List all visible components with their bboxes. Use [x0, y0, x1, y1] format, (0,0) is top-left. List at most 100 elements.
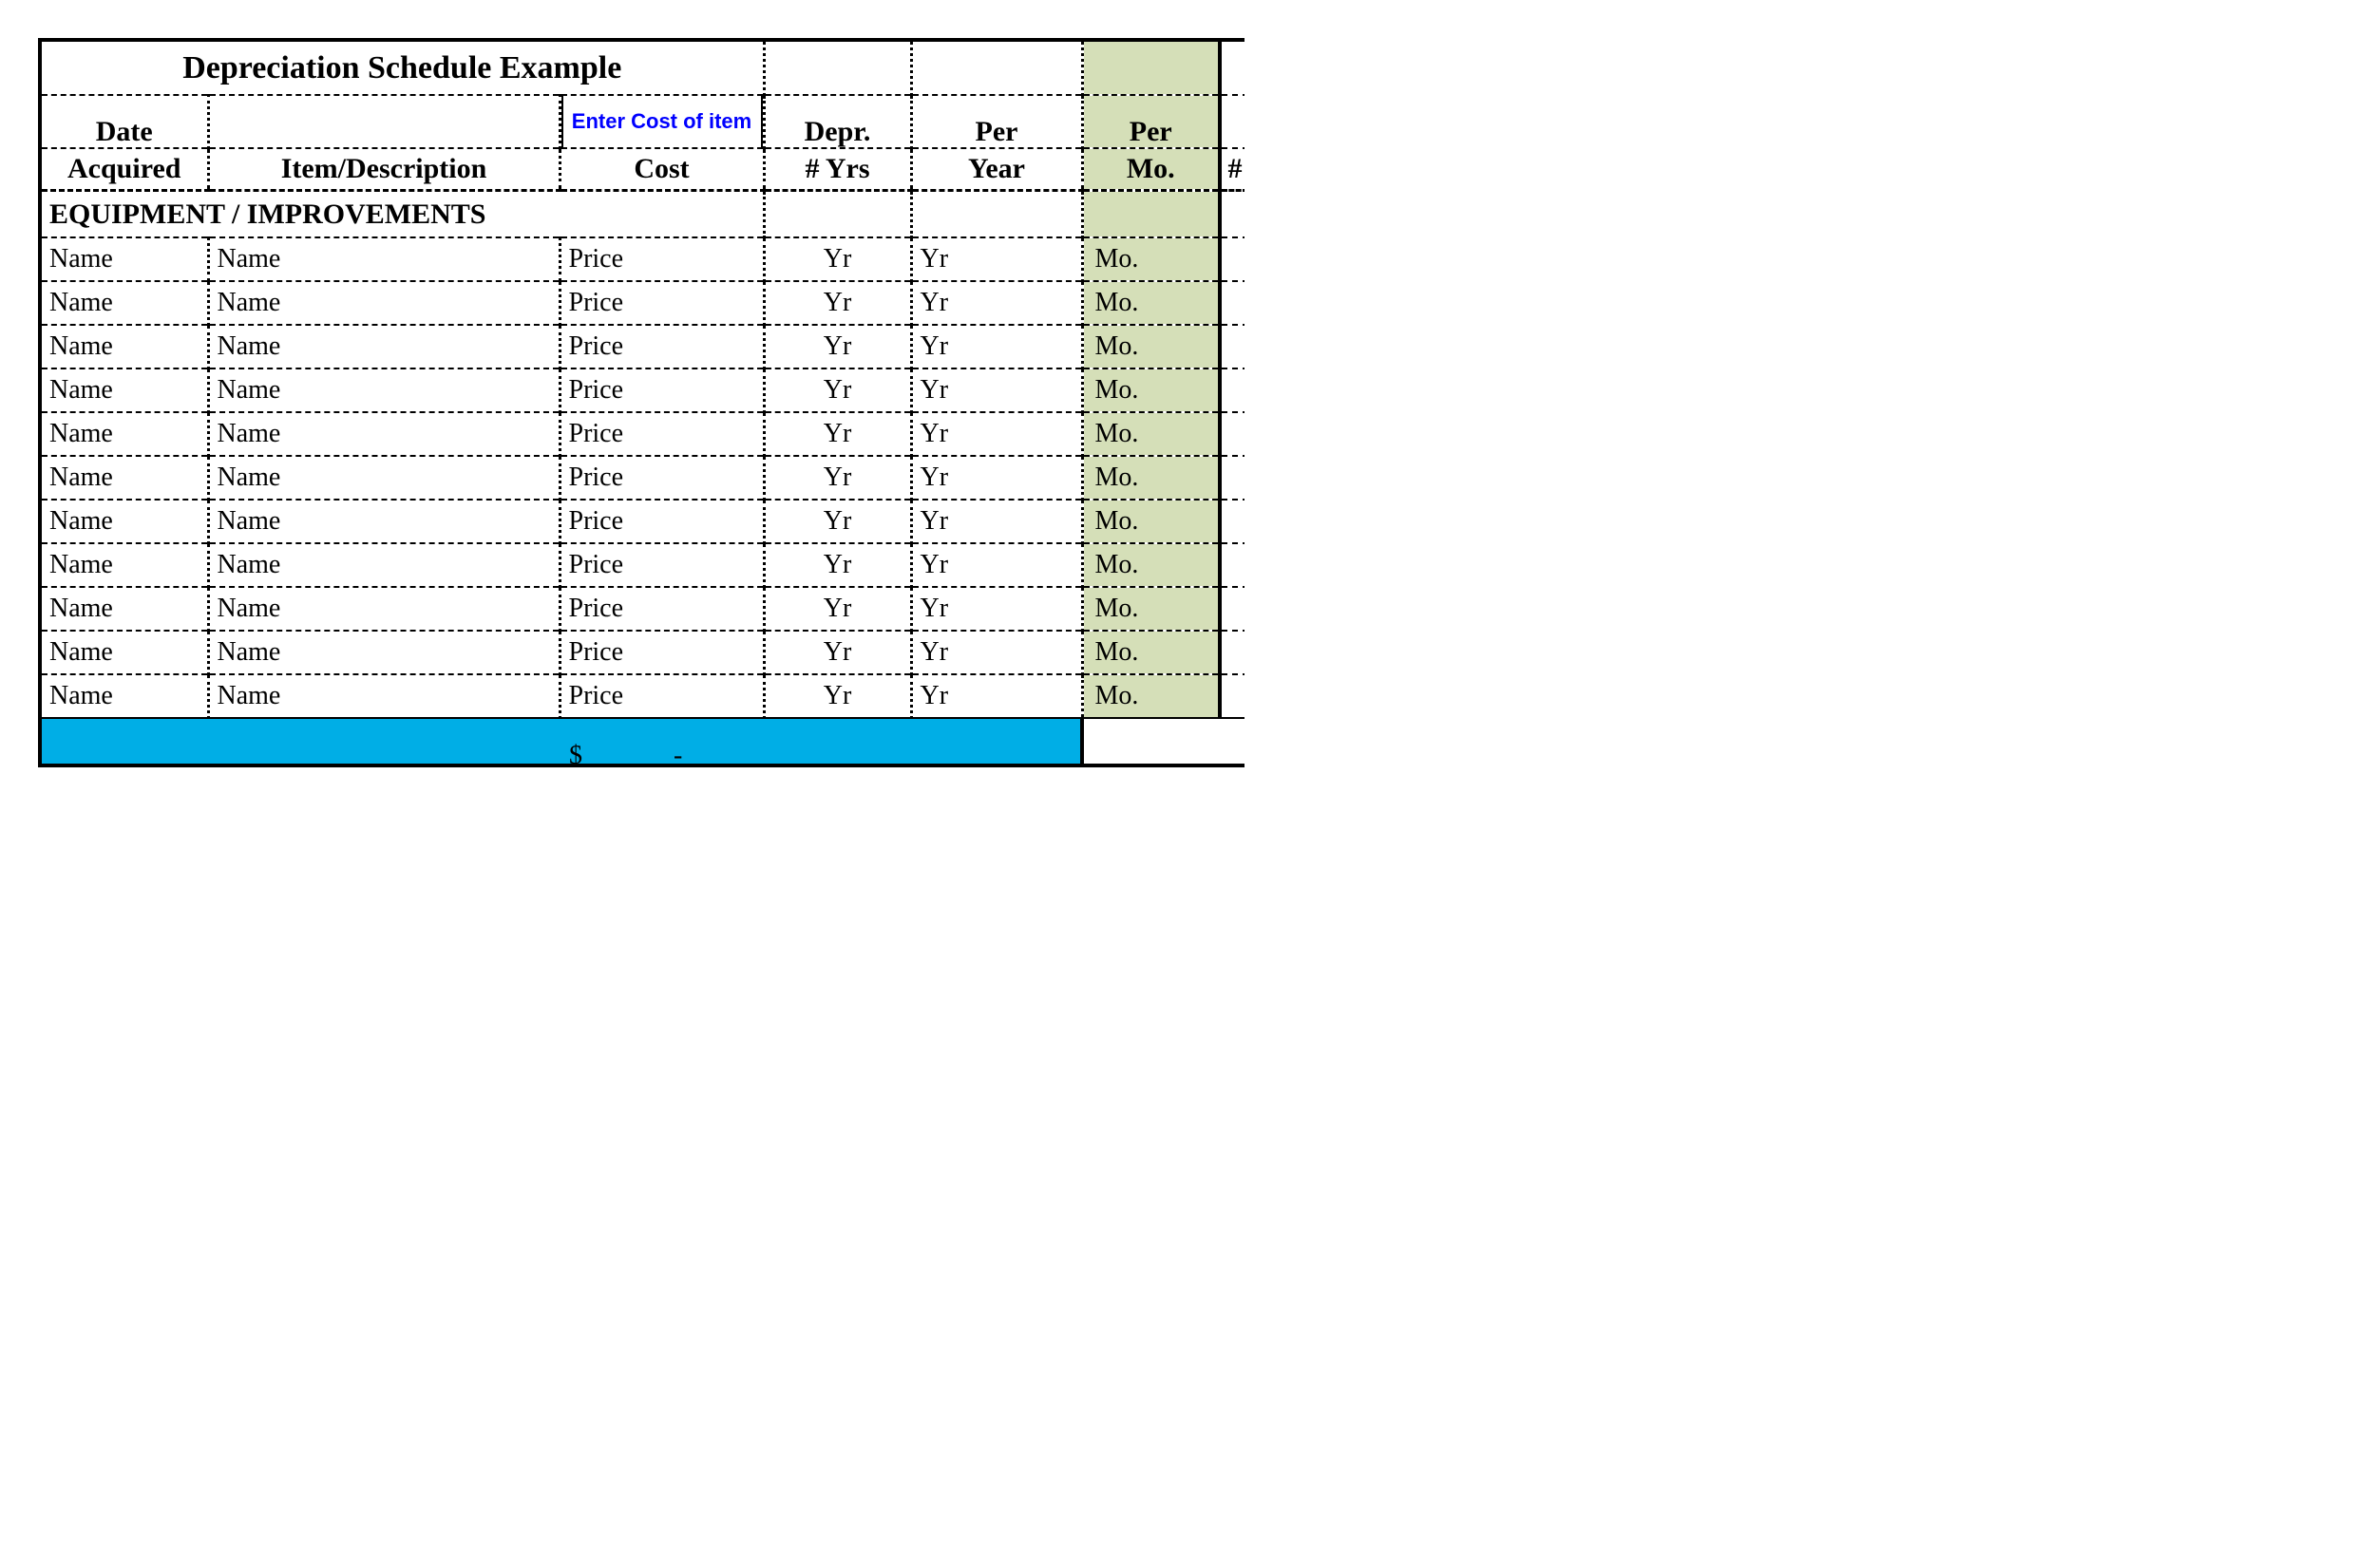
cell-cost[interactable]: Price [560, 500, 764, 543]
cell-mo[interactable]: Mo. [1082, 456, 1220, 500]
cell-tail[interactable] [1220, 368, 1244, 412]
cell-depr[interactable]: Yr [764, 674, 911, 718]
cell-depr[interactable]: Yr [764, 281, 911, 325]
cell-item[interactable]: Name [208, 412, 560, 456]
totals-dash: - [674, 742, 682, 765]
cell-depr[interactable]: Yr [764, 500, 911, 543]
cell-cost[interactable]: Price [560, 587, 764, 631]
cell-cost[interactable]: Price [560, 543, 764, 587]
cell-mo[interactable]: Mo. [1082, 237, 1220, 281]
cell-cost[interactable]: Price [560, 456, 764, 500]
header-date-bottom: Acquired [42, 148, 208, 190]
cell-tail[interactable] [1220, 237, 1244, 281]
cell-cost[interactable]: Price [560, 237, 764, 281]
cell-date[interactable]: Name [42, 674, 208, 718]
table-row[interactable]: NameNamePriceYrYrMo. [42, 412, 1244, 456]
table-row[interactable]: NameNamePriceYrYrMo. [42, 500, 1244, 543]
table-row[interactable]: NameNamePriceYrYrMo. [42, 587, 1244, 631]
totals-blank-2 [208, 718, 560, 764]
cell-cost[interactable]: Price [560, 412, 764, 456]
cell-date[interactable]: Name [42, 281, 208, 325]
cell-cost[interactable]: Price [560, 368, 764, 412]
cell-year[interactable]: Yr [911, 587, 1082, 631]
cell-year[interactable]: Yr [911, 368, 1082, 412]
cell-depr[interactable]: Yr [764, 412, 911, 456]
cell-year[interactable]: Yr [911, 237, 1082, 281]
table-row[interactable]: NameNamePriceYrYrMo. [42, 631, 1244, 674]
cell-depr[interactable]: Yr [764, 543, 911, 587]
cell-mo[interactable]: Mo. [1082, 587, 1220, 631]
cell-item[interactable]: Name [208, 281, 560, 325]
cell-date[interactable]: Name [42, 412, 208, 456]
cell-date[interactable]: Name [42, 631, 208, 674]
cell-tail[interactable] [1220, 631, 1244, 674]
cell-date[interactable]: Name [42, 456, 208, 500]
totals-blank-5 [1082, 718, 1220, 764]
cell-item[interactable]: Name [208, 325, 560, 368]
cell-mo[interactable]: Mo. [1082, 500, 1220, 543]
section-blank-4 [1220, 190, 1244, 237]
cell-cost[interactable]: Price [560, 325, 764, 368]
cell-tail[interactable] [1220, 412, 1244, 456]
cell-item[interactable]: Name [208, 237, 560, 281]
cell-item[interactable]: Name [208, 674, 560, 718]
cell-tail[interactable] [1220, 500, 1244, 543]
table-row[interactable]: NameNamePriceYrYrMo. [42, 325, 1244, 368]
cell-date[interactable]: Name [42, 500, 208, 543]
cell-item[interactable]: Name [208, 456, 560, 500]
cell-date[interactable]: Name [42, 587, 208, 631]
cell-mo[interactable]: Mo. [1082, 368, 1220, 412]
totals-blank-1 [42, 718, 208, 764]
cell-year[interactable]: Yr [911, 674, 1082, 718]
cell-depr[interactable]: Yr [764, 368, 911, 412]
cell-depr[interactable]: Yr [764, 631, 911, 674]
cell-depr[interactable]: Yr [764, 587, 911, 631]
cell-cost[interactable]: Price [560, 674, 764, 718]
cell-depr[interactable]: Yr [764, 456, 911, 500]
cell-item[interactable]: Name [208, 631, 560, 674]
cell-year[interactable]: Yr [911, 281, 1082, 325]
cell-item[interactable]: Name [208, 500, 560, 543]
cell-year[interactable]: Yr [911, 631, 1082, 674]
cell-year[interactable]: Yr [911, 543, 1082, 587]
cell-date[interactable]: Name [42, 325, 208, 368]
cell-tail[interactable] [1220, 674, 1244, 718]
cell-depr[interactable]: Yr [764, 325, 911, 368]
cell-cost[interactable]: Price [560, 631, 764, 674]
cell-year[interactable]: Yr [911, 500, 1082, 543]
cell-tail[interactable] [1220, 281, 1244, 325]
cell-tail[interactable] [1220, 587, 1244, 631]
cell-year[interactable]: Yr [911, 325, 1082, 368]
cell-item[interactable]: Name [208, 587, 560, 631]
cell-mo[interactable]: Mo. [1082, 281, 1220, 325]
section-blank-1 [764, 190, 911, 237]
cell-year[interactable]: Yr [911, 412, 1082, 456]
cell-depr[interactable]: Yr [764, 237, 911, 281]
cell-date[interactable]: Name [42, 543, 208, 587]
cell-item[interactable]: Name [208, 543, 560, 587]
header-item: Item/Description [208, 148, 560, 190]
cell-mo[interactable]: Mo. [1082, 325, 1220, 368]
title-row: Depreciation Schedule Example [42, 42, 1244, 95]
header-depr-top: Depr. [764, 95, 911, 148]
header-row-2: Acquired Item/Description Cost # Yrs Yea… [42, 148, 1244, 190]
cell-item[interactable]: Name [208, 368, 560, 412]
cell-mo[interactable]: Mo. [1082, 543, 1220, 587]
cell-mo[interactable]: Mo. [1082, 412, 1220, 456]
cell-date[interactable]: Name [42, 237, 208, 281]
cell-year[interactable]: Yr [911, 456, 1082, 500]
table-row[interactable]: NameNamePriceYrYrMo. [42, 237, 1244, 281]
cell-tail[interactable] [1220, 543, 1244, 587]
cell-mo[interactable]: Mo. [1082, 631, 1220, 674]
table-row[interactable]: NameNamePriceYrYrMo. [42, 674, 1244, 718]
table-row[interactable]: NameNamePriceYrYrMo. [42, 456, 1244, 500]
cell-date[interactable]: Name [42, 368, 208, 412]
table-row[interactable]: NameNamePriceYrYrMo. [42, 543, 1244, 587]
title-blank-3 [1082, 42, 1220, 95]
cell-tail[interactable] [1220, 456, 1244, 500]
table-row[interactable]: NameNamePriceYrYrMo. [42, 281, 1244, 325]
cell-cost[interactable]: Price [560, 281, 764, 325]
cell-mo[interactable]: Mo. [1082, 674, 1220, 718]
table-row[interactable]: NameNamePriceYrYrMo. [42, 368, 1244, 412]
cell-tail[interactable] [1220, 325, 1244, 368]
